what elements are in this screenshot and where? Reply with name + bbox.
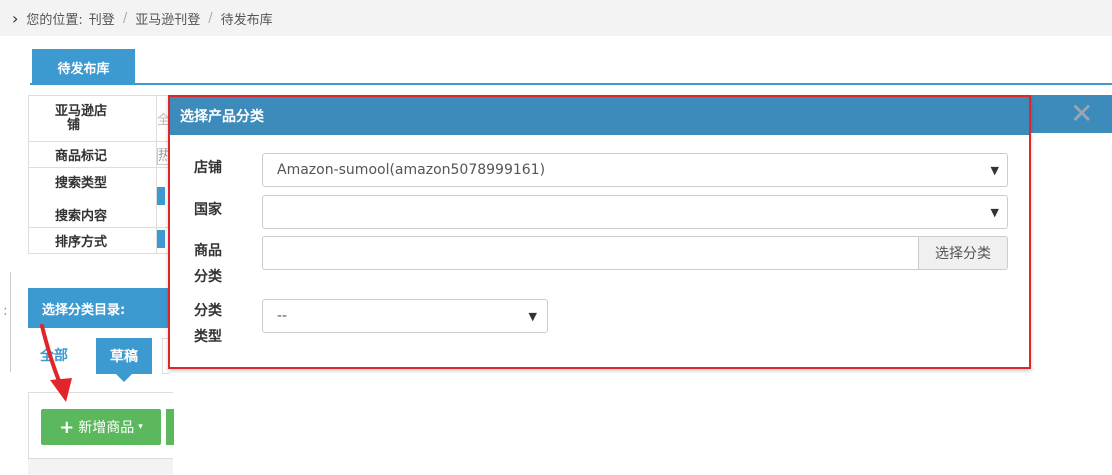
category-type-value: -- — [277, 308, 288, 324]
caret-down-icon: ▼ — [528, 310, 537, 323]
country-label: 国家 — [194, 202, 222, 218]
breadcrumb-item-pending: 待发布库 — [220, 12, 273, 28]
search-content-label: 搜索内容 — [55, 208, 108, 224]
store-label-line2: 铺 — [67, 117, 81, 133]
category-type-label-line2: 类型 — [194, 329, 222, 345]
plus-icon: + — [59, 416, 75, 438]
breadcrumb-separator: / — [208, 10, 213, 26]
choose-category-button[interactable]: 选择分类 — [918, 236, 1008, 270]
add-product-button[interactable]: + 新增商品 ▾ — [41, 409, 161, 445]
category-type-label-line1: 分类 — [194, 303, 222, 319]
store-label: 店铺 — [194, 160, 222, 176]
category-input-group: 选择分类 — [262, 236, 1008, 270]
caret-down-icon: ▼ — [990, 206, 999, 219]
store-select-value: Amazon-sumool(amazon5078999161) — [277, 162, 546, 178]
select-category-modal: 选择产品分类 店铺 Amazon-sumool(amazon5078999161… — [168, 95, 1031, 369]
search-type-select[interactable] — [156, 186, 165, 205]
filter-label-search: 搜索类型 搜索内容 — [28, 167, 157, 228]
breadcrumb-item-amazon[interactable]: 亚马逊刊登 — [135, 9, 200, 28]
tab-underline — [30, 83, 1112, 85]
add-product-label: 新增商品 — [78, 420, 135, 436]
country-select[interactable]: ▼ — [262, 195, 1008, 229]
chevron-right-icon: › — [12, 8, 19, 28]
breadcrumb-prefix: 您的位置: — [26, 12, 83, 28]
store-select[interactable]: Amazon-sumool(amazon5078999161) ▼ — [262, 153, 1008, 187]
filter-label-tag: 商品标记 — [28, 141, 157, 168]
category-label: 商品 分类 — [194, 238, 222, 290]
filter-table: 亚马逊店 铺 全 商品标记 热 搜索类型 搜索内容 排序方式 — [28, 95, 174, 254]
search-type-label: 搜索类型 — [55, 175, 108, 191]
filter-label-sort: 排序方式 — [28, 227, 157, 254]
category-input[interactable] — [262, 236, 918, 270]
caret-down-icon: ▼ — [990, 164, 999, 177]
panel-divider — [10, 272, 11, 372]
category-type-select[interactable]: -- ▼ — [262, 299, 548, 333]
table-header-row — [28, 458, 173, 475]
breadcrumb: › 您的位置: 刊登 / 亚马逊刊登 / 待发布库 — [0, 0, 1112, 36]
sort-select[interactable] — [156, 229, 165, 248]
tab-pending-library[interactable]: 待发布库 — [32, 49, 135, 85]
modal-title: 选择产品分类 — [170, 97, 1029, 135]
category-label-line1: 商品 — [194, 243, 222, 259]
collapse-handle-icon[interactable]: : — [3, 303, 8, 319]
category-type-label: 分类 类型 — [194, 298, 222, 350]
breadcrumb-item-publish[interactable]: 刊登 — [89, 9, 115, 28]
annotation-arrow-icon — [40, 324, 72, 402]
category-label-line2: 分类 — [194, 269, 222, 285]
store-label-line1: 亚马逊店 — [55, 103, 108, 119]
close-icon[interactable]: ✕ — [1070, 98, 1093, 130]
caret-down-icon: ▾ — [138, 422, 143, 432]
secondary-action-button[interactable] — [166, 409, 174, 445]
filter-label-store: 亚马逊店 铺 — [28, 95, 157, 142]
status-tab-draft[interactable]: 草稿 — [96, 338, 152, 382]
breadcrumb-separator: / — [122, 10, 128, 26]
